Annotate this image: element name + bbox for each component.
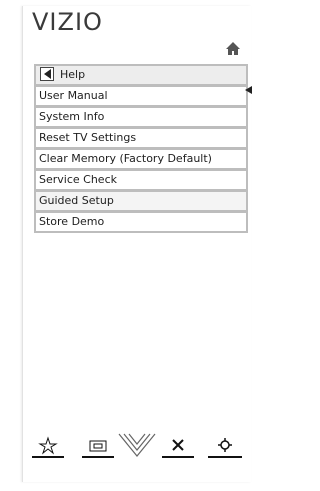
back-arrow-icon[interactable] [40, 67, 54, 81]
help-menu: Help User Manual System Info Reset TV Se… [34, 64, 248, 233]
menu-item-user-manual[interactable]: User Manual [34, 86, 248, 107]
menu-item-label: System Info [39, 110, 105, 123]
side-panel: VIZIO Help User Manual System Info Reset… [22, 6, 251, 482]
menu-item-guided-setup[interactable]: Guided Setup [34, 191, 248, 212]
star-icon[interactable] [32, 432, 64, 458]
home-icon[interactable] [225, 40, 241, 56]
close-icon[interactable] [162, 432, 194, 458]
menu-title: Help [60, 68, 86, 81]
bottom-bar [32, 432, 246, 458]
menu-item-reset-tv-settings[interactable]: Reset TV Settings [34, 128, 248, 149]
selection-pointer-icon [245, 86, 252, 94]
aspect-ratio-icon[interactable] [82, 432, 114, 458]
menu-item-label: Reset TV Settings [39, 131, 137, 144]
menu-item-store-demo[interactable]: Store Demo [34, 212, 248, 233]
settings-gear-icon[interactable] [208, 432, 242, 458]
menu-item-label: Clear Memory (Factory Default) [39, 152, 212, 165]
vizio-logo: VIZIO [32, 8, 103, 36]
menu-item-clear-memory[interactable]: Clear Memory (Factory Default) [34, 149, 248, 170]
menu-item-label: Guided Setup [39, 194, 114, 207]
vizio-v-icon[interactable] [116, 432, 158, 458]
menu-item-label: Store Demo [39, 215, 105, 228]
menu-item-system-info[interactable]: System Info [34, 107, 248, 128]
menu-item-label: User Manual [39, 89, 108, 102]
menu-header[interactable]: Help [34, 64, 248, 86]
menu-item-label: Service Check [39, 173, 117, 186]
menu-item-service-check[interactable]: Service Check [34, 170, 248, 191]
